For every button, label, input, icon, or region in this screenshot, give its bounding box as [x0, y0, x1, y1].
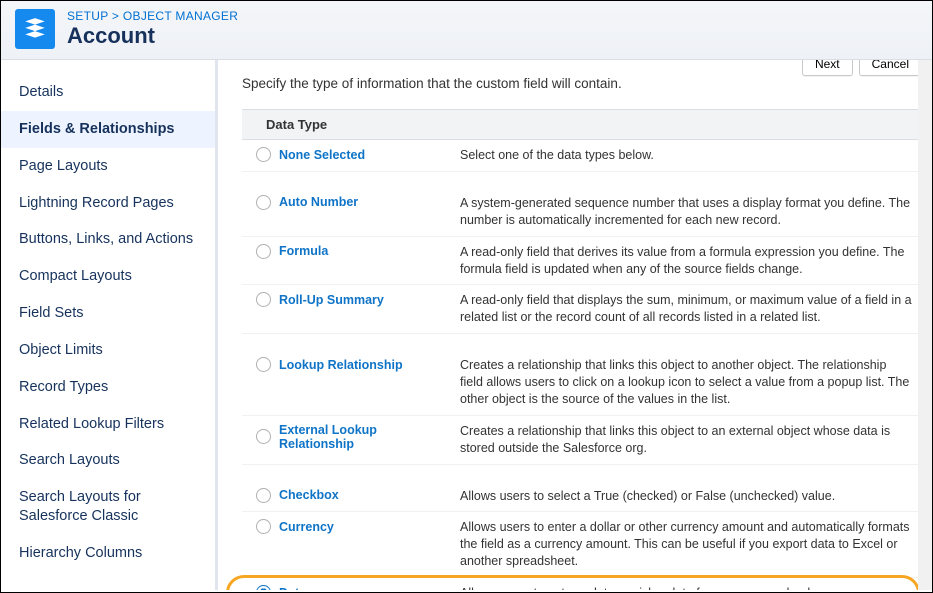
- type-label: Auto Number: [279, 195, 358, 209]
- breadcrumb: SETUP > OBJECT MANAGER: [67, 9, 238, 23]
- type-description: Allows users to enter a dollar or other …: [460, 519, 920, 570]
- sidebar-item-buttons-links-and-actions[interactable]: Buttons, Links, and Actions: [1, 221, 215, 258]
- section-header-data-type: Data Type: [242, 109, 932, 140]
- sidebar-item-fields-relationships[interactable]: Fields & Relationships: [1, 111, 215, 148]
- type-description: Select one of the data types below.: [460, 147, 662, 164]
- data-type-row-external-lookup-relationship[interactable]: External Lookup Relationship Creates a re…: [242, 416, 932, 465]
- type-description: A system-generated sequence number that …: [460, 195, 920, 229]
- radio-lookup-relationship[interactable]: [256, 357, 271, 372]
- sidebar-item-related-lookup-filters[interactable]: Related Lookup Filters: [1, 406, 215, 443]
- sidebar-item-object-limits[interactable]: Object Limits: [1, 332, 215, 369]
- type-description: Allows users to enter a date or pick a d…: [460, 585, 832, 590]
- main-content: Next Cancel Specify the type of informat…: [218, 60, 932, 590]
- scrollbar[interactable]: [918, 60, 932, 590]
- radio-currency[interactable]: [256, 519, 271, 534]
- setup-icon: [15, 9, 55, 49]
- breadcrumb-separator: >: [108, 9, 123, 23]
- radio-checkbox[interactable]: [256, 488, 271, 503]
- sidebar: DetailsFields & RelationshipsPage Layout…: [1, 60, 218, 590]
- data-type-row-auto-number[interactable]: Auto Number A system-generated sequence n…: [242, 188, 932, 237]
- sidebar-item-lightning-record-pages[interactable]: Lightning Record Pages: [1, 185, 215, 222]
- type-label: Roll-Up Summary: [279, 293, 384, 307]
- sidebar-item-record-types[interactable]: Record Types: [1, 369, 215, 406]
- data-type-row-none-selected[interactable]: None Selected Select one of the data type…: [242, 140, 932, 172]
- radio-none-selected[interactable]: [256, 147, 271, 162]
- top-button-row: Next Cancel: [802, 60, 922, 76]
- radio-col: Roll-Up Summary: [256, 292, 452, 307]
- radio-col: Checkbox: [256, 488, 452, 503]
- data-type-row-roll-up-summary[interactable]: Roll-Up Summary A read-only field that di…: [242, 285, 932, 334]
- type-label: Checkbox: [279, 488, 339, 502]
- instructions-text: Specify the type of information that the…: [242, 76, 932, 91]
- type-description: Creates a relationship that links this o…: [460, 423, 920, 457]
- sidebar-item-search-layouts[interactable]: Search Layouts: [1, 442, 215, 479]
- radio-auto-number[interactable]: [256, 195, 271, 210]
- radio-col: External Lookup Relationship: [256, 423, 452, 451]
- next-button[interactable]: Next: [802, 60, 853, 76]
- sidebar-item-page-layouts[interactable]: Page Layouts: [1, 148, 215, 185]
- type-label: None Selected: [279, 148, 365, 162]
- radio-col: Formula: [256, 244, 452, 259]
- type-description: Allows users to select a True (checked) …: [460, 488, 843, 505]
- cancel-button[interactable]: Cancel: [859, 60, 922, 76]
- type-label: Formula: [279, 244, 328, 258]
- data-type-row-checkbox[interactable]: Checkbox Allows users to select a True (c…: [242, 481, 932, 513]
- breadcrumb-setup-link[interactable]: SETUP: [67, 9, 108, 23]
- radio-external-lookup-relationship[interactable]: [256, 429, 271, 444]
- type-description: Creates a relationship that links this o…: [460, 357, 920, 408]
- type-label: Currency: [279, 520, 334, 534]
- type-label: External Lookup Relationship: [279, 423, 452, 451]
- radio-date[interactable]: [256, 585, 271, 590]
- type-label: Lookup Relationship: [279, 358, 403, 372]
- page-title: Account: [67, 23, 238, 49]
- radio-roll-up-summary[interactable]: [256, 292, 271, 307]
- sidebar-item-hierarchy-columns[interactable]: Hierarchy Columns: [1, 535, 215, 572]
- sidebar-item-search-layouts-for-salesforce-classic[interactable]: Search Layouts for Salesforce Classic: [1, 479, 215, 535]
- data-type-row-formula[interactable]: Formula A read-only field that derives it…: [242, 237, 932, 286]
- breadcrumb-objmgr-link[interactable]: OBJECT MANAGER: [123, 9, 238, 23]
- data-type-row-currency[interactable]: Currency Allows users to enter a dollar o…: [242, 512, 932, 578]
- radio-col: Currency: [256, 519, 452, 534]
- group-spacer: [242, 172, 932, 188]
- sidebar-item-field-sets[interactable]: Field Sets: [1, 295, 215, 332]
- data-type-row-lookup-relationship[interactable]: Lookup Relationship Creates a relationshi…: [242, 350, 932, 416]
- data-type-list: None Selected Select one of the data type…: [242, 140, 932, 590]
- type-description: A read-only field that derives its value…: [460, 244, 920, 278]
- radio-formula[interactable]: [256, 244, 271, 259]
- sidebar-item-details[interactable]: Details: [1, 74, 215, 111]
- group-spacer: [242, 465, 932, 481]
- sidebar-item-compact-layouts[interactable]: Compact Layouts: [1, 258, 215, 295]
- radio-col: Date: [256, 585, 452, 590]
- group-spacer: [242, 334, 932, 350]
- data-type-row-date[interactable]: Date Allows users to enter a date or pick…: [242, 578, 932, 590]
- header: SETUP > OBJECT MANAGER Account: [1, 1, 932, 60]
- type-label: Date: [279, 586, 306, 591]
- radio-col: None Selected: [256, 147, 452, 162]
- radio-col: Lookup Relationship: [256, 357, 452, 372]
- type-description: A read-only field that displays the sum,…: [460, 292, 920, 326]
- radio-col: Auto Number: [256, 195, 452, 210]
